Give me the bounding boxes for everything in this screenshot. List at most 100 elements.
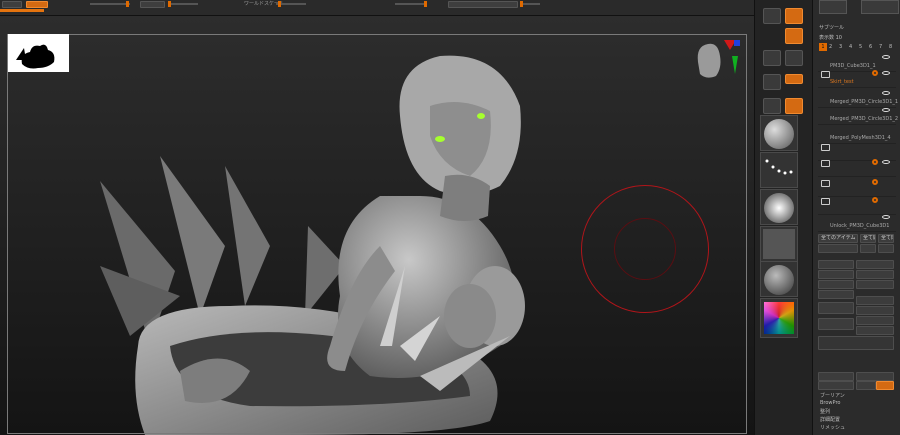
head-gizmo-icon: [697, 40, 740, 78]
color-picker[interactable]: [760, 298, 798, 338]
distribute-menu[interactable]: 詳細配置: [820, 416, 840, 423]
shelf-button-6[interactable]: [785, 74, 803, 84]
shelf-button-5[interactable]: [763, 74, 781, 90]
move-down-button[interactable]: [878, 244, 894, 253]
orientation-gizmo[interactable]: [688, 34, 744, 100]
eye-icon[interactable]: [882, 215, 890, 219]
panel-top-button[interactable]: [819, 0, 847, 14]
gear-icon[interactable]: [872, 197, 878, 203]
split-button[interactable]: [818, 336, 894, 350]
folder-icon: [821, 160, 830, 167]
action-button-2[interactable]: [856, 260, 894, 269]
boolean-menu[interactable]: ブーリアン: [820, 392, 845, 399]
progress-indicator: [0, 9, 44, 12]
material-sphere-tile[interactable]: [760, 261, 798, 297]
panel-top-button-2[interactable]: [861, 0, 899, 14]
subtool-row[interactable]: Skirt_test: [818, 68, 896, 88]
new-folder-button[interactable]: [818, 244, 858, 253]
subtool-number-5[interactable]: 5: [859, 44, 862, 50]
dots-stroke-icon: [765, 159, 793, 175]
gear-icon[interactable]: [872, 70, 878, 76]
stroke-tile[interactable]: [760, 152, 798, 188]
move-button[interactable]: [785, 28, 803, 44]
gear-icon[interactable]: [872, 179, 878, 185]
active-chip[interactable]: [26, 1, 48, 8]
subtool-number-2[interactable]: 2: [829, 44, 832, 50]
copy-button[interactable]: [818, 290, 854, 299]
shelf-button-3[interactable]: [763, 50, 781, 66]
gear-icon[interactable]: [872, 159, 878, 165]
subtool-row[interactable]: [818, 177, 896, 197]
material-tile[interactable]: [760, 115, 798, 151]
subtool-row[interactable]: [818, 157, 896, 177]
slider-3-knob[interactable]: [278, 1, 281, 7]
slider-4-knob[interactable]: [424, 1, 427, 7]
tool-chip-2[interactable]: [140, 1, 165, 8]
eye-icon[interactable]: [882, 108, 890, 112]
subtool-name: Merged_PM3D_Circle3D1_2: [830, 116, 899, 122]
menu-item-3[interactable]: [818, 372, 854, 381]
slider-4[interactable]: [395, 3, 425, 5]
subtool-row[interactable]: Unlock_PM3D_Cube3D1: [818, 212, 896, 232]
action-button-6[interactable]: [856, 280, 894, 289]
shelf-button-4[interactable]: [785, 50, 803, 66]
action-button-1[interactable]: [818, 260, 854, 269]
move-up-button[interactable]: [860, 244, 876, 253]
append-button[interactable]: [856, 296, 894, 305]
tool-chip[interactable]: [2, 1, 22, 8]
folder-icon: [821, 198, 830, 205]
align-menu[interactable]: 整列: [820, 408, 830, 415]
subtool-name: Skirt_test: [830, 79, 854, 85]
alpha-tile[interactable]: [760, 189, 798, 225]
action-button-5[interactable]: [818, 280, 854, 289]
edit-toggle-button[interactable]: [785, 8, 803, 24]
subtool-number-7[interactable]: 7: [879, 44, 882, 50]
menu-item-4[interactable]: [856, 372, 894, 381]
slider-1[interactable]: [90, 3, 130, 5]
shelf-button-7[interactable]: [763, 98, 781, 114]
merge-button[interactable]: [818, 318, 854, 330]
remesh-menu[interactable]: リメッシュ: [820, 424, 845, 431]
action-button-3[interactable]: [818, 270, 854, 279]
view-button[interactable]: [763, 8, 781, 24]
all-items-button[interactable]: 全てのアイテム: [818, 234, 858, 243]
subtool-title: サブツール: [819, 25, 845, 31]
texture-tile[interactable]: [760, 226, 798, 262]
subtool-number-4[interactable]: 4: [849, 44, 852, 50]
subtool-number-3[interactable]: 3: [839, 44, 842, 50]
browpro-menu[interactable]: BrowPro: [820, 400, 840, 406]
viewport-canvas[interactable]: [0, 16, 754, 435]
visible-count-label[interactable]: 表示数 10: [819, 34, 842, 41]
delete-all-button[interactable]: [856, 326, 894, 335]
slider-2-knob[interactable]: [168, 1, 171, 7]
menu-item-6[interactable]: [856, 381, 876, 390]
insert-button[interactable]: [856, 306, 894, 315]
subtool-number-6[interactable]: 6: [869, 44, 872, 50]
eye-icon[interactable]: [882, 71, 890, 75]
eye-icon[interactable]: [882, 55, 890, 59]
slider-5-knob[interactable]: [520, 1, 523, 7]
delete-button[interactable]: [818, 302, 854, 314]
shelf-button-8[interactable]: [785, 98, 803, 114]
slider-5[interactable]: [520, 3, 540, 5]
subtool-number-row: 1 2 3 4 5 6 7 8: [819, 43, 897, 51]
delete-other-button[interactable]: [856, 316, 894, 325]
collapse-all-button[interactable]: 全て閉じる: [878, 234, 894, 243]
slider-1-knob[interactable]: [126, 1, 129, 7]
folder-icon: [821, 180, 830, 187]
tool-chip-3[interactable]: [448, 1, 518, 8]
eye-icon[interactable]: [882, 91, 890, 95]
navigation-thumbnail[interactable]: [8, 34, 69, 72]
folder-icon: [821, 71, 830, 78]
subtool-number-8[interactable]: 8: [889, 44, 892, 50]
eye-icon[interactable]: [882, 160, 890, 164]
subtool-name: Unlock_PM3D_Cube3D1: [830, 223, 890, 229]
action-button-4[interactable]: [856, 270, 894, 279]
expand-all-button[interactable]: 全て開く: [860, 234, 876, 243]
silhouette-icon: [16, 44, 55, 69]
slider-2[interactable]: [168, 3, 198, 5]
subtool-row[interactable]: Merged_PM3D_Circle3D1_2: [818, 105, 899, 125]
menu-item-5[interactable]: [818, 381, 854, 390]
subtool-number-1[interactable]: 1: [819, 43, 827, 51]
menu-item-7[interactable]: [876, 381, 894, 390]
